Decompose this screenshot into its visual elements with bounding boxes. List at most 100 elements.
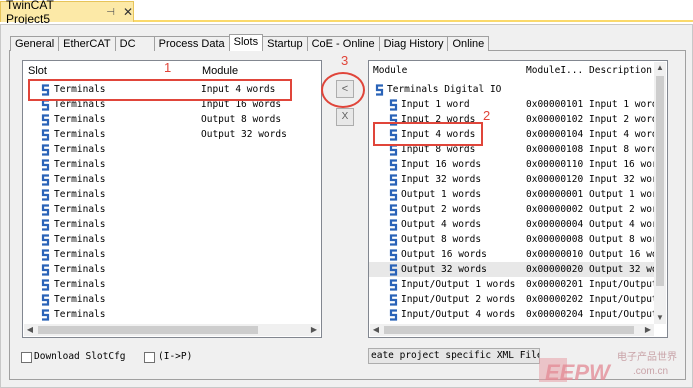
- slot-row[interactable]: Terminals: [23, 202, 321, 217]
- slot-list[interactable]: Slot Module Terminals Input 4 words Termin…: [22, 60, 322, 338]
- description-column-header[interactable]: Description: [589, 65, 652, 79]
- slot-module: Output 8 words: [201, 114, 282, 125]
- slot-row[interactable]: Terminals: [23, 157, 321, 172]
- property-tabs: General EtherCAT DC Process Data Slots S…: [10, 34, 490, 51]
- annotation-number-3: 3: [341, 53, 349, 68]
- scroll-left-arrow-icon[interactable]: ◀: [24, 324, 36, 336]
- module-id: 0x00000004: [526, 219, 584, 230]
- slot-row[interactable]: Terminals Output 8 words: [23, 112, 321, 127]
- annotation-number-1: 1: [164, 60, 172, 75]
- scroll-thumb[interactable]: [38, 326, 258, 334]
- slot-name: Terminals: [54, 264, 106, 275]
- module-description: Output 8 words: [589, 234, 655, 245]
- terminal-icon: [41, 204, 50, 216]
- module-name: Input 16 words: [401, 159, 482, 170]
- module-description: Input 8 words: [589, 144, 655, 155]
- i-to-p-checkbox[interactable]: [144, 352, 155, 363]
- terminal-icon: [41, 144, 50, 156]
- terminal-icon: [389, 279, 398, 291]
- module-row[interactable]: Input/Output 2 words 0x00000202 Input/Outp…: [369, 292, 655, 307]
- tab-startup[interactable]: Startup: [262, 36, 308, 51]
- slot-row[interactable]: Terminals: [23, 232, 321, 247]
- module-column-header[interactable]: Module: [202, 65, 238, 79]
- terminal-icon: [389, 234, 398, 246]
- module-row[interactable]: Input 32 words 0x00000120 Input 32 words: [369, 172, 655, 187]
- module-row[interactable]: Output 8 words 0x00000008 Output 8 words: [369, 232, 655, 247]
- module-description: Input/Output: [589, 294, 655, 305]
- module-description: Input 16 words: [589, 159, 655, 170]
- module-list-hscrollbar[interactable]: ◀ ▶: [370, 324, 654, 336]
- slot-row[interactable]: Terminals: [23, 142, 321, 157]
- module-description: Input 1 word: [589, 99, 655, 110]
- module-name: Output 32 words: [401, 264, 487, 275]
- document-tab[interactable]: TwinCAT Project5 ⊣ ✕: [0, 0, 134, 26]
- module-row[interactable]: Input 16 words 0x00000110 Input 16 words: [369, 157, 655, 172]
- module-row[interactable]: Input/Output 1 words 0x00000201 Input/Outp…: [369, 277, 655, 292]
- module-row[interactable]: Output 2 words 0x00000002 Output 2 words: [369, 202, 655, 217]
- module-id-column-header[interactable]: ModuleI...: [526, 65, 583, 79]
- terminal-icon: [41, 234, 50, 246]
- scroll-thumb[interactable]: [656, 76, 664, 286]
- annotation-number-2: 2: [483, 108, 491, 123]
- terminal-icon: [41, 279, 50, 291]
- slot-name: Terminals: [54, 219, 106, 230]
- slot-row[interactable]: Terminals: [23, 217, 321, 232]
- slot-list-hscrollbar[interactable]: ◀ ▶: [24, 324, 320, 336]
- scroll-right-arrow-icon[interactable]: ▶: [308, 324, 320, 336]
- slot-name: Terminals: [54, 114, 106, 125]
- document-tab-strip: TwinCAT Project5 ⊣ ✕: [0, 0, 693, 26]
- module-row[interactable]: Output 4 words 0x00000004 Output 4 words: [369, 217, 655, 232]
- module-row[interactable]: Output 16 words 0x00000010 Output 16 words: [369, 247, 655, 262]
- pin-icon[interactable]: ⊣: [106, 7, 115, 18]
- tab-online[interactable]: Online: [447, 36, 490, 51]
- terminal-icon: [389, 219, 398, 231]
- slot-column-header[interactable]: Slot: [28, 65, 47, 79]
- module-id: 0x00000010: [526, 249, 584, 260]
- tab-diag-history[interactable]: Diag History: [378, 36, 449, 51]
- module-row[interactable]: Output 1 words 0x00000001 Output 1 word: [369, 187, 655, 202]
- slot-row[interactable]: Terminals Output 32 words: [23, 127, 321, 142]
- tab-dc[interactable]: DC: [114, 36, 155, 51]
- tab-process-data[interactable]: Process Data: [153, 36, 230, 51]
- remove-module-button[interactable]: X: [336, 108, 354, 126]
- slot-row[interactable]: Terminals: [23, 247, 321, 262]
- svg-text:EEPW: EEPW: [545, 360, 612, 384]
- close-icon[interactable]: ✕: [123, 5, 133, 19]
- terminal-icon: [389, 159, 398, 171]
- download-slotcfg-checkbox[interactable]: [21, 352, 32, 363]
- module-row[interactable]: Input/Output 4 words 0x00000204 Input/Outp…: [369, 307, 655, 322]
- module-id: 0x00000201: [526, 279, 584, 290]
- slot-name: Terminals: [54, 159, 106, 170]
- tab-slots[interactable]: Slots: [228, 34, 264, 51]
- terminal-icon: [389, 264, 398, 276]
- module-description: Input 2 words: [589, 114, 655, 125]
- scroll-down-arrow-icon[interactable]: ▼: [654, 312, 666, 324]
- module-id: 0x00000110: [526, 159, 584, 170]
- slot-row[interactable]: Terminals: [23, 262, 321, 277]
- download-slotcfg-label: Download SlotCfg: [34, 351, 126, 362]
- scroll-thumb[interactable]: [384, 326, 634, 334]
- slot-row[interactable]: Terminals: [23, 292, 321, 307]
- scroll-right-arrow-icon[interactable]: ▶: [642, 324, 654, 336]
- module-description: Input 4 words: [589, 129, 655, 140]
- module-list-vscrollbar[interactable]: ▲ ▼: [654, 62, 666, 324]
- terminal-icon: [389, 99, 398, 111]
- scroll-up-arrow-icon[interactable]: ▲: [654, 62, 666, 74]
- tab-ethercat[interactable]: EtherCAT: [58, 36, 116, 51]
- slot-row[interactable]: Terminals: [23, 307, 321, 322]
- slot-row[interactable]: Terminals: [23, 172, 321, 187]
- module-column-header[interactable]: Module: [373, 65, 407, 79]
- scroll-left-arrow-icon[interactable]: ◀: [370, 324, 382, 336]
- module-row[interactable]: Input 1 word 0x00000101 Input 1 word: [369, 97, 655, 112]
- tree-group-row[interactable]: Terminals Digital IO: [369, 82, 667, 97]
- watermark-url: .com.cn: [633, 366, 669, 377]
- module-row[interactable]: Output 32 words 0x00000020 Output 32 words: [369, 262, 655, 277]
- slot-name: Terminals: [54, 309, 106, 320]
- slot-row[interactable]: Terminals: [23, 187, 321, 202]
- module-catalog-list[interactable]: Module ModuleI... Description Terminals …: [368, 60, 668, 338]
- module-id: 0x00000002: [526, 204, 584, 215]
- slot-row[interactable]: Terminals: [23, 277, 321, 292]
- module-id: 0x00000101: [526, 99, 584, 110]
- tab-general[interactable]: General: [10, 36, 60, 51]
- tab-coe-online[interactable]: CoE - Online: [306, 36, 380, 51]
